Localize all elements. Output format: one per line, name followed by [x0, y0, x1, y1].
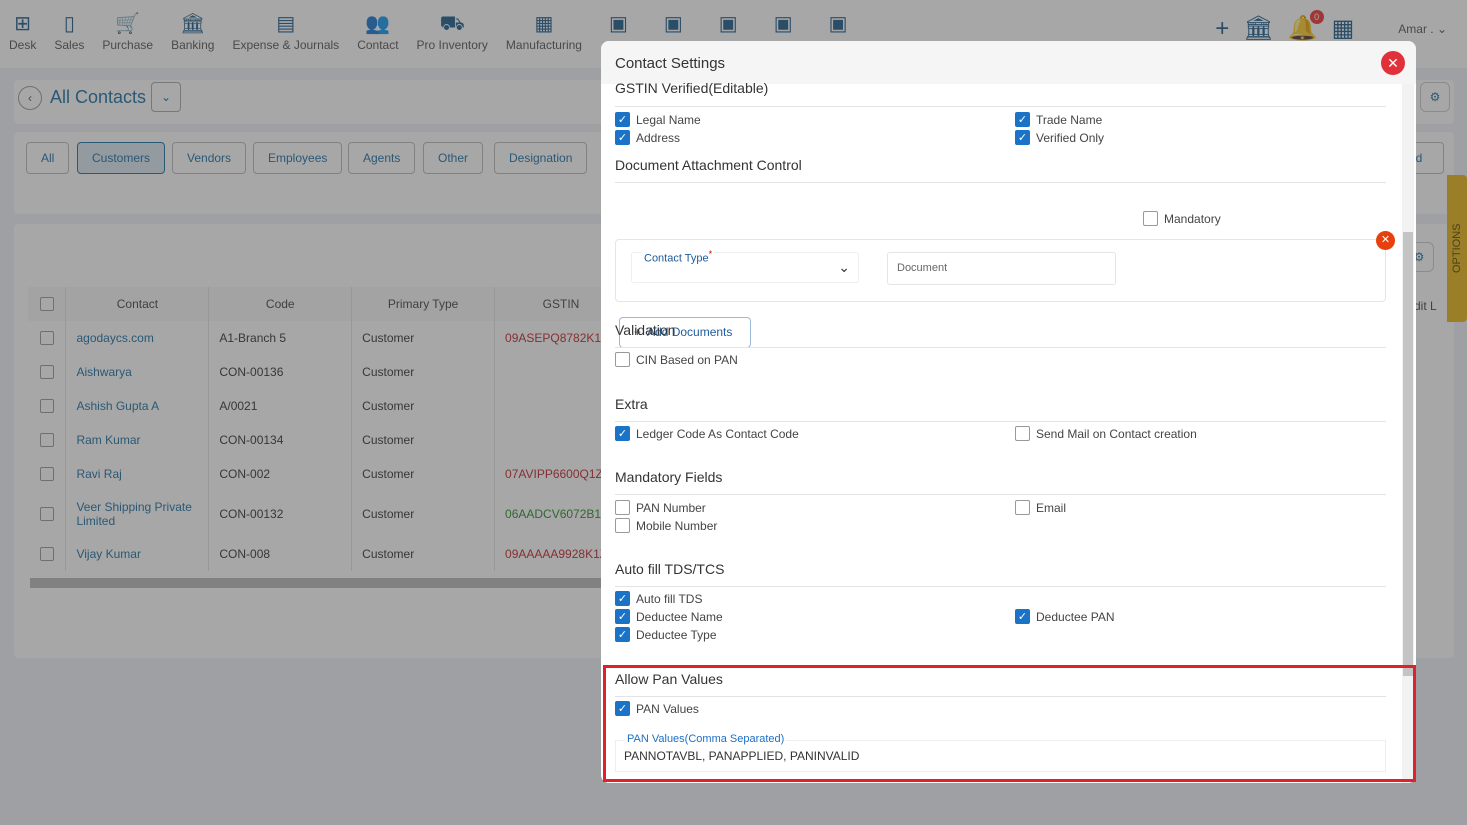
ledger-code-checkbox[interactable]: ✓ Ledger Code As Contact Code	[615, 426, 799, 441]
section-title: GSTIN Verified(Editable)	[615, 80, 769, 96]
deductee-name-checkbox[interactable]: ✓ Deductee Name	[615, 609, 723, 624]
checkbox-box: ✓	[1015, 112, 1030, 127]
close-icon[interactable]: ✕	[1381, 51, 1405, 75]
checkbox-box: ✓	[615, 609, 630, 624]
divider	[615, 421, 1386, 422]
checkbox-box	[615, 518, 630, 533]
divider	[615, 182, 1386, 183]
section-title: Auto fill TDS/TCS	[615, 561, 725, 577]
email-checkbox[interactable]: Email	[1015, 500, 1066, 515]
auto-fill-tds-checkbox[interactable]: ✓ Auto fill TDS	[615, 591, 702, 606]
chevron-down-icon: ⌄	[838, 259, 850, 275]
pan-values-checkbox[interactable]: ✓ PAN Values	[615, 701, 699, 716]
checkbox-label: Mandatory	[1164, 211, 1221, 226]
checkbox-label: Email	[1036, 500, 1067, 515]
deductee-pan-checkbox[interactable]: ✓ Deductee PAN	[1015, 609, 1115, 624]
divider	[615, 586, 1386, 587]
address-checkbox[interactable]: ✓ Address	[615, 130, 680, 145]
contact-type-select[interactable]: Contact Type* ⌄	[631, 249, 859, 283]
checkbox-label: Legal Name	[636, 112, 701, 127]
cin-based-on-pan-checkbox[interactable]: CIN Based on PAN	[615, 352, 738, 367]
checkbox-label: Trade Name	[1036, 112, 1103, 127]
vertical-scrollbar[interactable]	[1402, 84, 1414, 783]
scrollbar-thumb[interactable]	[1403, 232, 1413, 676]
deductee-type-checkbox[interactable]: ✓ Deductee Type	[615, 627, 717, 642]
checkbox-label: Verified Only	[1036, 130, 1105, 145]
remove-document-icon[interactable]: ✕	[1376, 231, 1395, 250]
checkbox-label: Ledger Code As Contact Code	[636, 426, 799, 441]
send-mail-checkbox[interactable]: Send Mail on Contact creation	[1015, 426, 1197, 441]
contact-settings-modal: Contact Settings ✕ Contact Type* ⌄ Docum…	[601, 41, 1416, 783]
pan-number-checkbox[interactable]: PAN Number	[615, 500, 706, 515]
checkbox-box	[615, 352, 630, 367]
trade-name-checkbox[interactable]: ✓ Trade Name	[1015, 112, 1102, 127]
verified-only-checkbox[interactable]: ✓ Verified Only	[1015, 130, 1104, 145]
checkbox-label: Send Mail on Contact creation	[1036, 426, 1197, 441]
section-title: Document Attachment Control	[615, 157, 802, 173]
checkbox-box: ✓	[615, 112, 630, 127]
checkbox-box: ✓	[615, 701, 630, 716]
checkbox-box: ✓	[1015, 609, 1030, 624]
checkbox-label: Deductee Name	[636, 609, 723, 624]
checkbox-label: CIN Based on PAN	[636, 352, 738, 367]
legal-name-checkbox[interactable]: ✓ Legal Name	[615, 112, 701, 127]
divider	[615, 696, 1386, 697]
checkbox-label: Mobile Number	[636, 518, 718, 533]
document-row: Contact Type* ⌄ Document Mandatory	[615, 211, 1386, 302]
contact-type-label: Contact Type*	[642, 249, 715, 265]
modal-title: Contact Settings	[601, 41, 1416, 84]
divider	[615, 347, 1386, 348]
divider	[615, 106, 1386, 107]
checkbox-label: Address	[636, 130, 681, 145]
checkbox-box: ✓	[615, 426, 630, 441]
mandatory-checkbox[interactable]: Mandatory	[1143, 211, 1221, 226]
section-title: Allow Pan Values	[615, 671, 723, 687]
section-title: Validation	[615, 322, 676, 338]
checkbox-label: Deductee PAN	[1036, 609, 1115, 624]
checkbox-box: ✓	[615, 627, 630, 642]
document-input[interactable]: Document	[887, 252, 1116, 285]
section-title: Mandatory Fields	[615, 469, 723, 485]
divider	[615, 494, 1386, 495]
checkbox-label: Auto fill TDS	[636, 591, 703, 606]
mobile-number-checkbox[interactable]: Mobile Number	[615, 518, 717, 533]
pan-values-label: PAN Values(Comma Separated)	[625, 733, 787, 745]
checkbox-box: ✓	[615, 591, 630, 606]
checkbox-box	[1015, 500, 1030, 515]
checkbox-label: PAN Number	[636, 500, 706, 515]
checkbox-label: Deductee Type	[636, 627, 717, 642]
section-title: Extra	[615, 396, 648, 412]
checkbox-label: PAN Values	[636, 701, 699, 716]
checkbox-box: ✓	[615, 130, 630, 145]
checkbox-box: ✓	[1015, 130, 1030, 145]
checkbox-box	[1015, 426, 1030, 441]
checkbox-box	[615, 500, 630, 515]
checkbox-box	[1143, 211, 1158, 226]
